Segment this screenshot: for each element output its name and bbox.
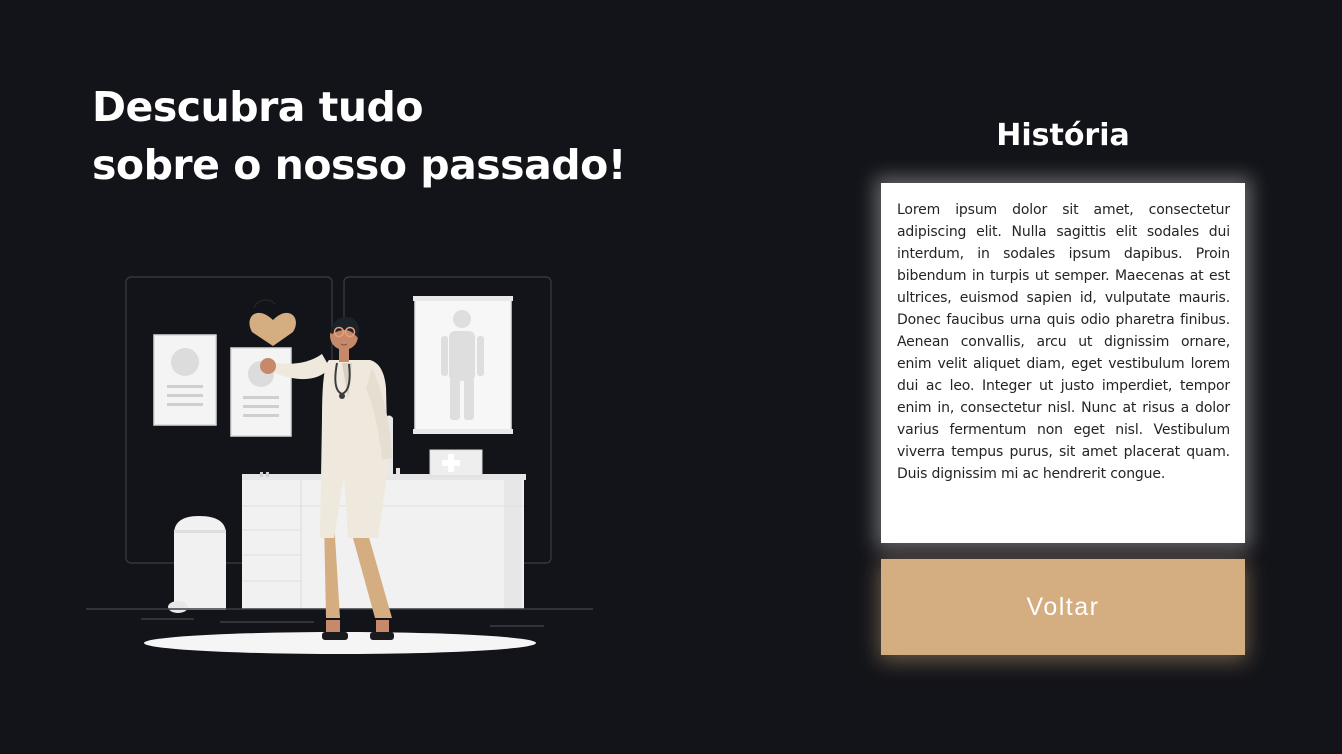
hero-headline-line-1: Descubra tudo [92,83,424,131]
trash-bin [168,516,226,613]
page: Descubra tudo sobre o nosso passado! His… [0,0,1342,754]
hero-headline-line-2: sobre o nosso passado! [92,141,626,189]
anatomy-chart [413,296,513,434]
first-aid-kit [429,449,483,477]
doctor-illustration [86,276,593,654]
wall-poster-2 [230,347,292,437]
hero-headline: Descubra tudo sobre o nosso passado! [92,78,626,194]
history-title: História [996,118,1130,153]
wall-poster-1 [153,334,217,426]
history-text-card: Lorem ipsum dolor sit amet, consectetur … [881,183,1245,543]
back-button[interactable]: Voltar [881,559,1245,655]
history-body-text: Lorem ipsum dolor sit amet, consectetur … [897,202,1230,482]
